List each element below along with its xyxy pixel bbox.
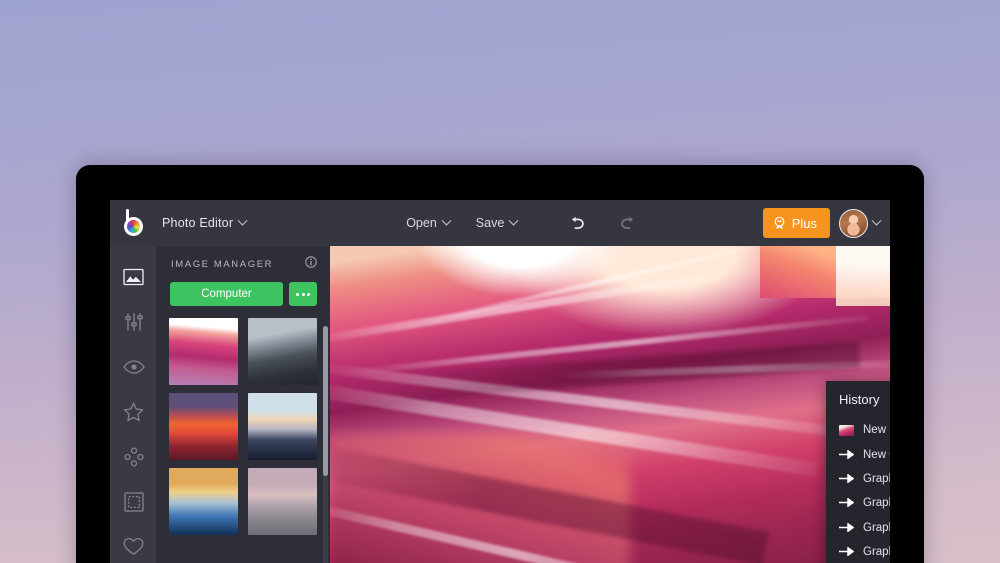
open-menu[interactable]: Open bbox=[406, 215, 452, 230]
image-thumb-icon bbox=[839, 424, 854, 436]
sidebar-scrollbar-track[interactable] bbox=[323, 326, 328, 563]
plus-upgrade-button[interactable]: Plus bbox=[762, 208, 830, 238]
arrow-right-icon bbox=[839, 494, 855, 512]
chevron-down-icon bbox=[237, 215, 248, 226]
history-title: History bbox=[839, 392, 880, 407]
eye-icon bbox=[122, 359, 145, 374]
info-icon[interactable] bbox=[305, 255, 317, 273]
app-window: Photo Editor Open Save Plus IMAGE MANAGE… bbox=[110, 200, 890, 563]
sidebar-item-frames[interactable] bbox=[110, 479, 157, 524]
open-menu-label: Open bbox=[406, 216, 437, 230]
thumbnail-2[interactable] bbox=[247, 318, 317, 385]
history-item-graphic-moved[interactable]: Graphic Moved bbox=[826, 467, 890, 491]
sliders-icon bbox=[124, 312, 143, 331]
panel-header: IMAGE MANAGER bbox=[157, 246, 330, 282]
frame-icon bbox=[123, 491, 144, 512]
sidebar-item-touch-up[interactable] bbox=[110, 344, 157, 389]
history-item-graphic-moved[interactable]: Graphic Moved bbox=[826, 516, 890, 540]
sidebar-item-edit[interactable] bbox=[110, 299, 157, 344]
thumbnail-1[interactable] bbox=[169, 318, 238, 385]
arrow-right-icon bbox=[839, 543, 855, 561]
image-icon bbox=[123, 268, 144, 285]
save-menu[interactable]: Save bbox=[475, 215, 519, 230]
canvas-highlight-region bbox=[836, 246, 890, 306]
history-item-label: New Image bbox=[863, 424, 890, 437]
history-panel: History New New Grap Grap Grap Grap bbox=[826, 381, 890, 563]
thumbnail-3[interactable] bbox=[169, 393, 238, 460]
artsy-icon bbox=[123, 446, 144, 467]
app-title-menu[interactable]: Photo Editor bbox=[162, 215, 248, 230]
tool-rail bbox=[110, 246, 157, 563]
star-icon bbox=[123, 402, 144, 421]
arrow-right-icon bbox=[839, 519, 855, 537]
image-source-row: Computer bbox=[157, 282, 330, 306]
history-item-new-image[interactable]: New Image bbox=[826, 418, 890, 442]
befunky-logo-icon bbox=[123, 209, 149, 237]
image-manager-panel: IMAGE MANAGER Computer bbox=[157, 246, 330, 563]
app-title-label: Photo Editor bbox=[162, 216, 234, 230]
computer-button-label: Computer bbox=[201, 288, 252, 300]
history-item-label: Graphic Moved bbox=[863, 521, 890, 534]
chevron-down-icon bbox=[508, 215, 519, 226]
redo-button[interactable] bbox=[615, 210, 641, 236]
avatar bbox=[839, 208, 868, 238]
dot-icon bbox=[307, 292, 310, 296]
photo-canvas[interactable]: History New New Grap Grap Grap Grap bbox=[330, 246, 890, 563]
chevron-down-icon bbox=[871, 215, 882, 226]
screenshot-root: Photo Editor Open Save Plus IMAGE MANAGE… bbox=[0, 0, 1000, 563]
thumbnail-grid bbox=[157, 318, 330, 535]
history-item-graphic-moved[interactable]: Graphic Moved bbox=[826, 491, 890, 515]
history-item-label: Graphic Moved bbox=[863, 546, 890, 559]
sidebar-item-graphics[interactable] bbox=[110, 524, 157, 563]
panel-title: IMAGE MANAGER bbox=[171, 258, 274, 270]
history-item-label: Graphic Moved bbox=[863, 497, 890, 510]
history-item-label: Graphic Moved bbox=[863, 472, 890, 485]
sidebar-item-artsy[interactable] bbox=[110, 434, 157, 479]
top-bar-account-area: Plus bbox=[762, 200, 882, 246]
save-menu-label: Save bbox=[475, 216, 505, 230]
history-panel-header: History bbox=[826, 381, 890, 418]
top-bar-menus: Open Save bbox=[406, 210, 641, 236]
plus-label: Plus bbox=[791, 215, 817, 231]
dot-icon bbox=[301, 292, 305, 296]
arrow-right-icon bbox=[839, 446, 855, 464]
thumbnail-6[interactable] bbox=[247, 468, 317, 535]
sidebar-item-image-manager[interactable] bbox=[110, 254, 157, 299]
dot-icon bbox=[296, 292, 299, 296]
thumbnail-5[interactable] bbox=[169, 468, 238, 535]
history-item-graphic-moved[interactable]: Graphic Moved bbox=[826, 540, 890, 563]
thumbnail-4[interactable] bbox=[247, 393, 317, 460]
crown-badge-icon bbox=[774, 216, 785, 229]
sidebar-item-effects[interactable] bbox=[110, 389, 157, 434]
more-sources-button[interactable] bbox=[289, 282, 317, 306]
undo-button[interactable] bbox=[563, 210, 589, 236]
history-item-label: New Graphic bbox=[863, 448, 890, 461]
device-frame: Photo Editor Open Save Plus IMAGE MANAGE… bbox=[76, 165, 924, 563]
chevron-down-icon bbox=[441, 215, 452, 226]
history-item-new-graphic[interactable]: New Graphic bbox=[826, 442, 890, 466]
account-menu[interactable] bbox=[839, 208, 882, 238]
canvas-image bbox=[330, 246, 890, 563]
top-bar: Photo Editor Open Save Plus bbox=[110, 200, 890, 246]
computer-button[interactable]: Computer bbox=[170, 282, 283, 306]
redo-icon bbox=[621, 216, 633, 229]
heart-icon bbox=[123, 537, 144, 555]
app-logo[interactable] bbox=[110, 200, 162, 246]
undo-icon bbox=[571, 216, 584, 229]
sidebar-scrollbar-thumb[interactable] bbox=[323, 326, 328, 476]
arrow-right-icon bbox=[839, 470, 855, 488]
